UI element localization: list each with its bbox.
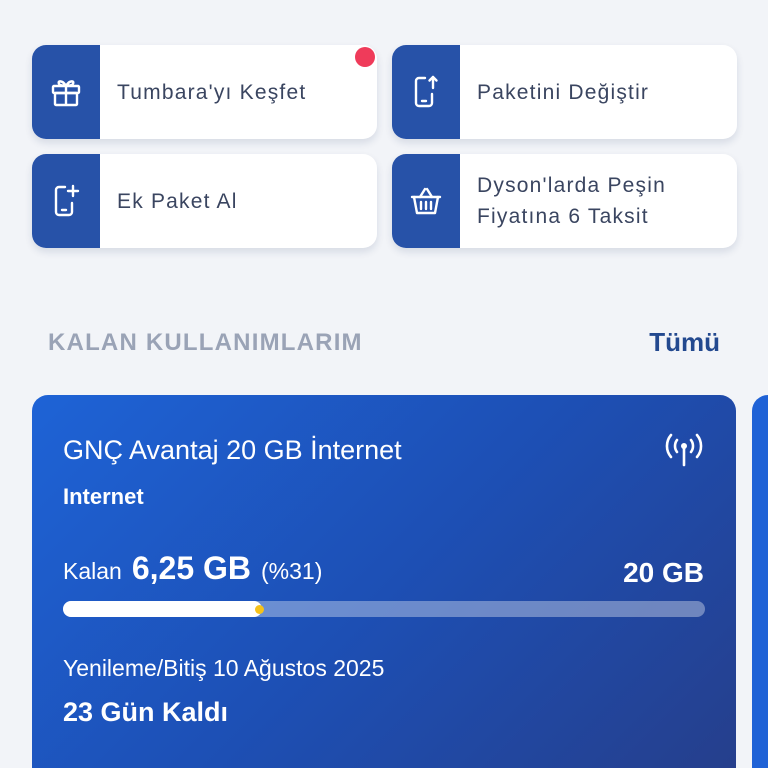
- action-card-extra-package[interactable]: Ek Paket Al: [32, 154, 377, 248]
- phone-upgrade-icon: [392, 45, 460, 139]
- plan-name: GNÇ Avantaj 20 GB İnternet: [63, 435, 402, 465]
- phone-add-icon: [32, 154, 100, 248]
- action-label: Dyson'larda Peşin Fiyatına 6 Taksit: [477, 174, 666, 228]
- signal-antenna-icon: [664, 431, 704, 474]
- next-usage-card[interactable]: [752, 395, 768, 768]
- total-quota: 20 GB: [623, 557, 704, 588]
- renewal-date: Yenileme/Bitiş 10 Ağustos 2025: [63, 655, 385, 681]
- action-label: Paketini Değiştir: [477, 80, 650, 104]
- basket-icon: [392, 154, 460, 248]
- notification-dot: [355, 47, 375, 67]
- usage-card[interactable]: GNÇ Avantaj 20 GB İnternet Internet Kala…: [32, 395, 736, 768]
- gift-icon: [32, 45, 100, 139]
- action-label: Ek Paket Al: [117, 189, 238, 213]
- action-card-dyson-offer[interactable]: Dyson'larda Peşin Fiyatına 6 Taksit: [392, 154, 737, 248]
- remaining-usage-header: KALAN KULLANIMLARIM Tümü: [48, 327, 720, 358]
- usage-progress-knob: [255, 605, 265, 614]
- usage-progress-fill: [63, 601, 263, 617]
- remaining-value: 6,25 GB: [131, 550, 251, 586]
- plan-type: Internet: [63, 484, 144, 509]
- remaining-percent: (%31): [261, 558, 323, 584]
- section-title: KALAN KULLANIMLARIM: [48, 328, 363, 356]
- action-label: Tumbara'yı Keşfet: [117, 80, 307, 104]
- remaining-row: Kalan 6,25 GB (%31): [63, 550, 322, 587]
- days-left: 23 Gün Kaldı: [63, 697, 229, 727]
- action-card-tumbara[interactable]: Tumbara'yı Keşfet: [32, 45, 377, 139]
- usage-progress-bar: [63, 601, 705, 617]
- see-all-link[interactable]: Tümü: [649, 327, 720, 358]
- remaining-label: Kalan: [63, 558, 122, 584]
- action-card-change-package[interactable]: Paketini Değiştir: [392, 45, 737, 139]
